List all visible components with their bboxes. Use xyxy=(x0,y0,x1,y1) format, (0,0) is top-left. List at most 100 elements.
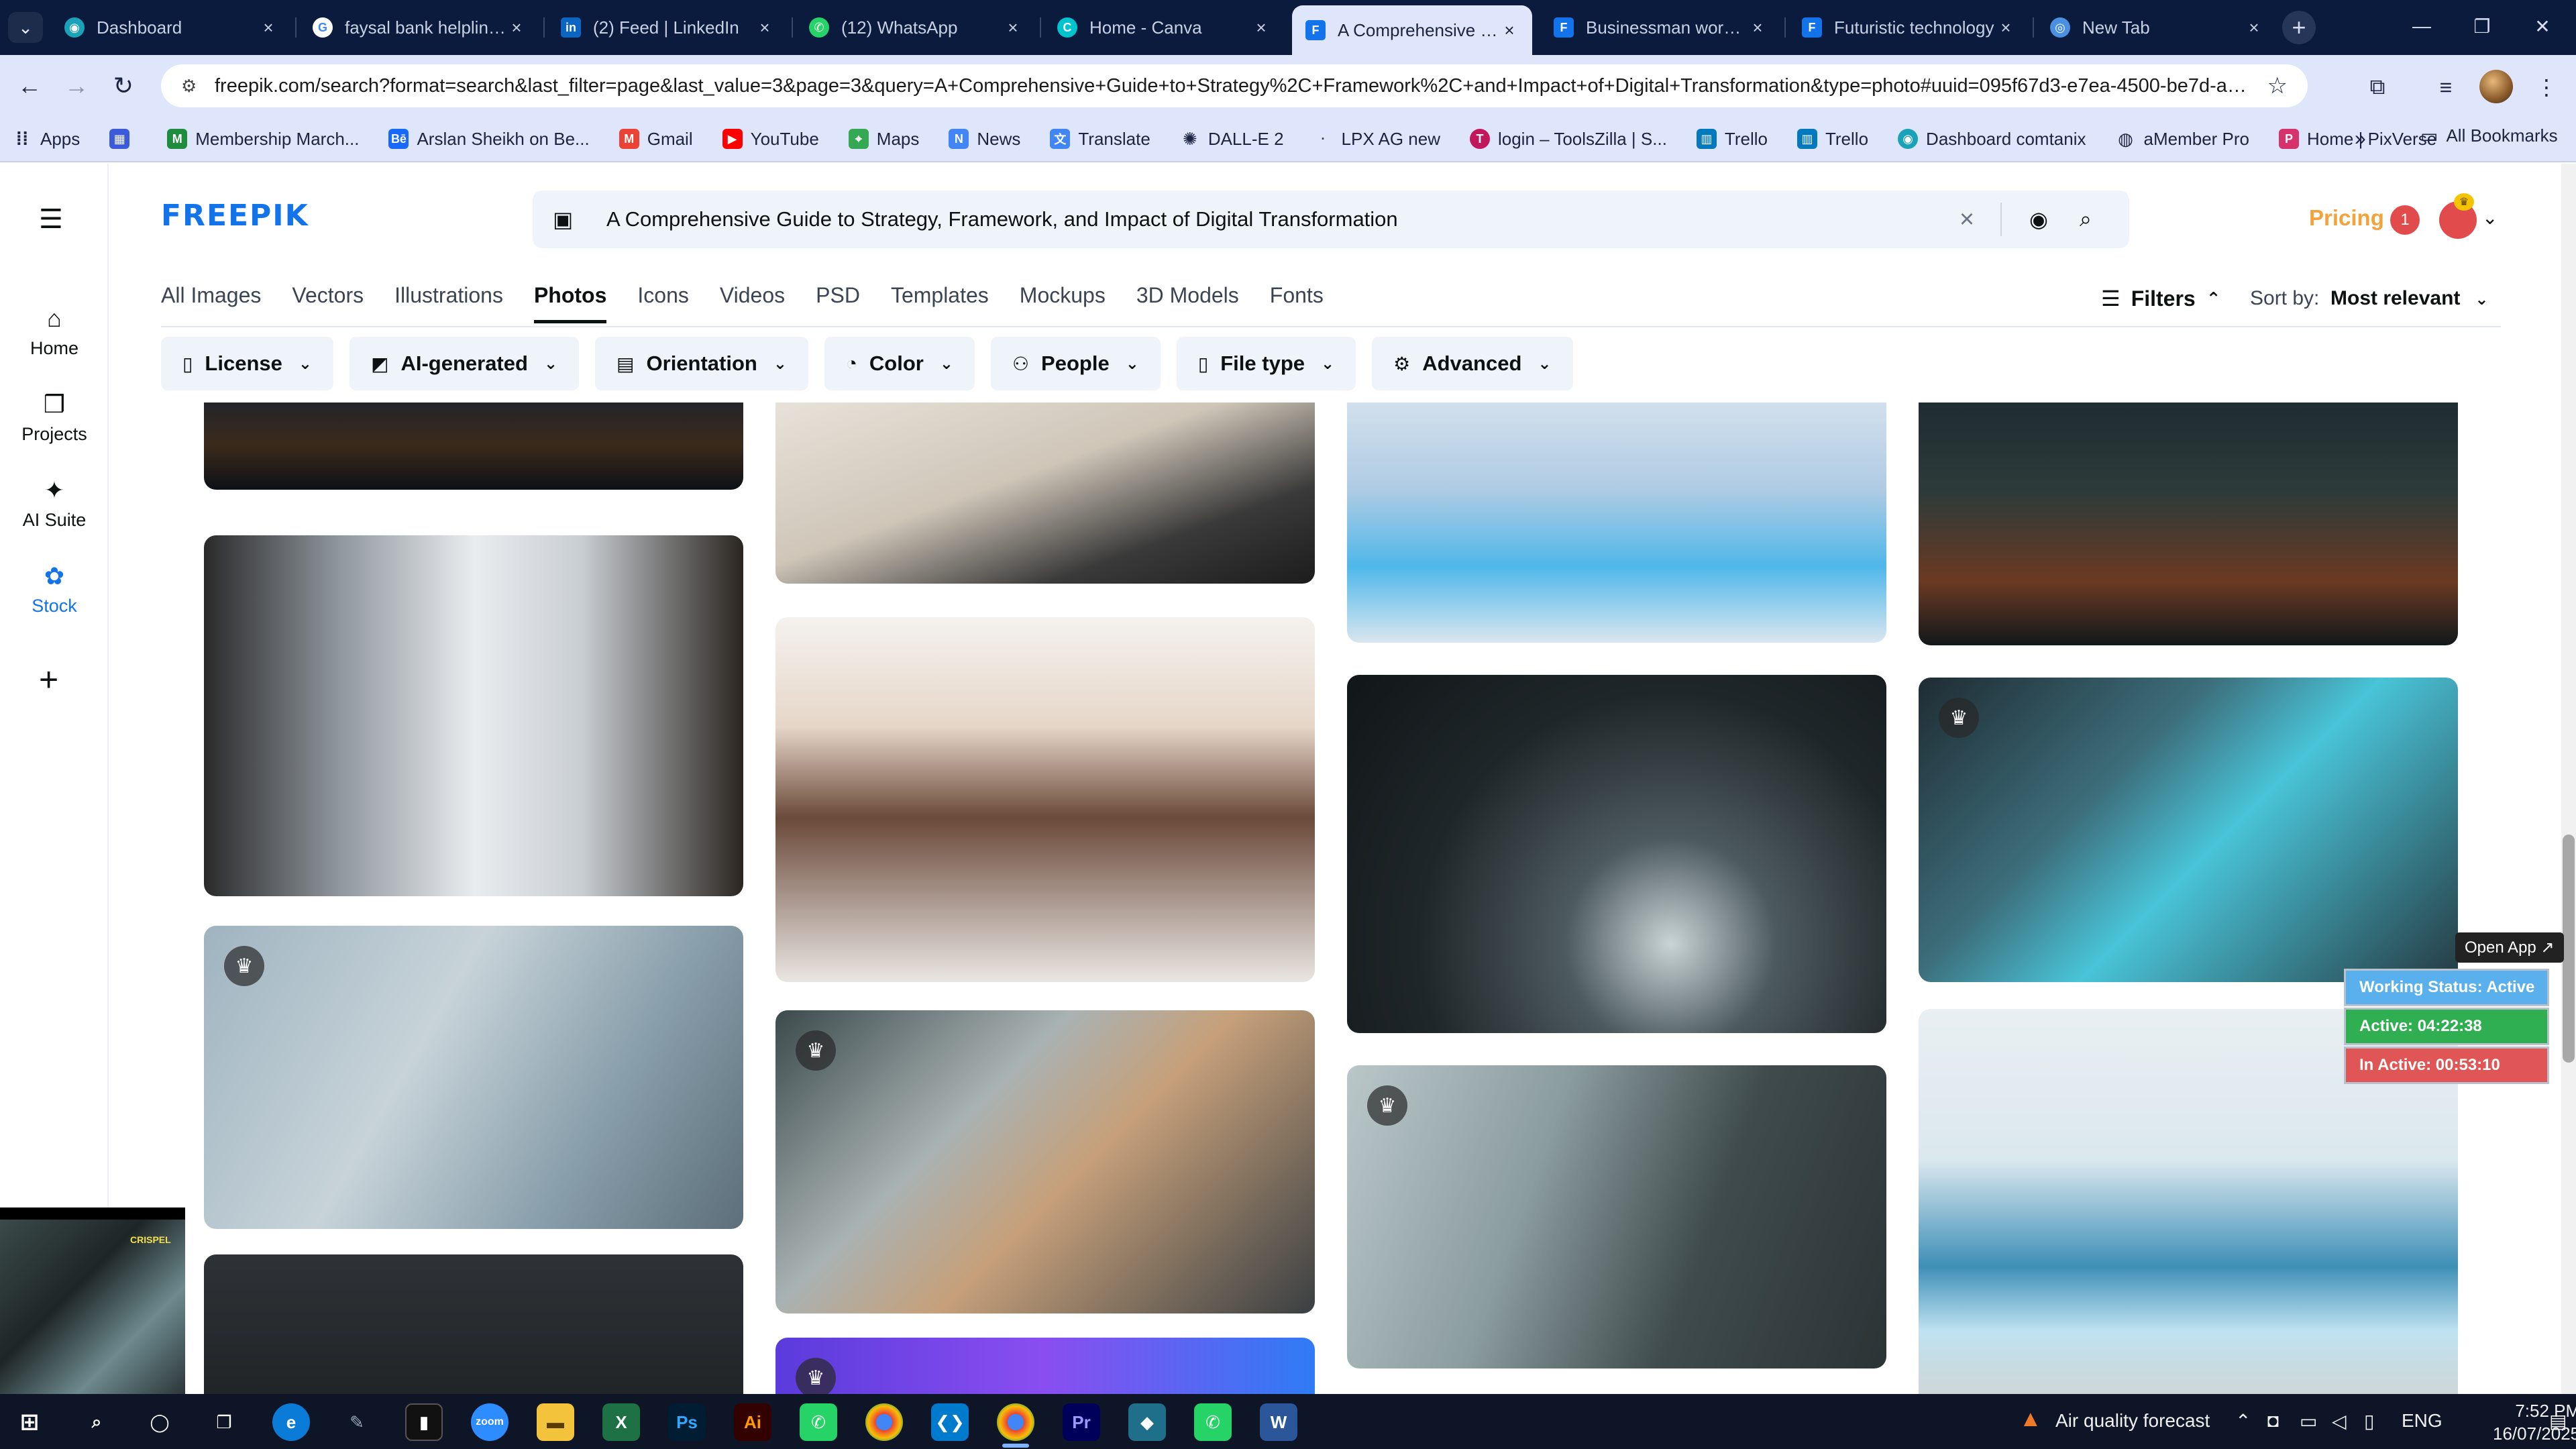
meet-icon[interactable]: ◘ xyxy=(2267,1410,2279,1432)
tab-new-tab[interactable]: ◎ New Tab × xyxy=(2037,8,2277,47)
close-icon[interactable]: × xyxy=(1748,17,1767,38)
close-window-icon[interactable]: ✕ xyxy=(2522,9,2563,43)
forward-arrow-icon[interactable]: → xyxy=(59,68,94,103)
freepik-logo[interactable]: FREEPIK xyxy=(161,199,309,233)
filter-people[interactable]: ⚇ People ⌄ xyxy=(990,337,1161,390)
result-image[interactable] xyxy=(204,1254,743,1394)
premiere-icon[interactable]: Pr xyxy=(1063,1403,1100,1441)
minimize-icon[interactable]: — xyxy=(2402,9,2442,43)
filter-advanced[interactable]: ⚙ Advanced ⌄ xyxy=(1372,337,1573,390)
filter-license[interactable]: ▯ License ⌄ xyxy=(161,337,333,390)
file-explorer-icon[interactable]: ▬ xyxy=(537,1403,574,1441)
app-icon[interactable]: ◆ xyxy=(1128,1403,1166,1441)
chevron-down-icon[interactable]: ⌄ xyxy=(2482,207,2498,229)
result-image[interactable] xyxy=(204,402,743,490)
tab-photos[interactable]: Photos xyxy=(533,283,607,323)
result-image[interactable]: ♛ xyxy=(1919,678,2458,982)
result-image[interactable]: ♛ xyxy=(775,1338,1315,1394)
url-text[interactable]: freepik.com/search?format=search&last_fi… xyxy=(208,75,2254,97)
tab-freepik-futuristic[interactable]: F Futuristic technology × xyxy=(1788,8,2029,47)
notification-badge[interactable]: 1 xyxy=(2390,205,2420,235)
terminal-icon[interactable]: ▮ xyxy=(405,1403,443,1441)
site-info-icon[interactable]: ⚙ xyxy=(181,76,208,97)
close-icon[interactable]: × xyxy=(259,17,278,38)
sort-dropdown[interactable]: Most relevant ⌄ xyxy=(2330,287,2489,310)
bookmark-youtube[interactable]: ▶ YouTube xyxy=(722,129,819,150)
bookmark-lpx[interactable]: · LPX AG new xyxy=(1313,129,1440,150)
image-type-icon[interactable]: ▣ xyxy=(553,207,593,232)
bookmark-membership[interactable]: M Membership March... xyxy=(167,129,359,150)
close-icon[interactable]: × xyxy=(755,17,774,38)
filter-orientation[interactable]: ▤ Orientation ⌄ xyxy=(595,337,808,390)
weather-widget[interactable]: Air quality forecast xyxy=(2055,1410,2210,1432)
tab-google-search[interactable]: G faysal bank helpline - × xyxy=(299,8,539,47)
close-icon[interactable]: × xyxy=(507,17,526,38)
bookmark-maps[interactable]: ⌖ Maps xyxy=(848,129,919,150)
zoom-icon[interactable]: zoom xyxy=(471,1403,508,1441)
volume-icon[interactable]: ◁ xyxy=(2332,1410,2347,1432)
bookmark-translate[interactable]: 文 Translate xyxy=(1050,129,1150,150)
bookmark-star-icon[interactable]: ☆ xyxy=(2254,72,2288,99)
result-image[interactable] xyxy=(775,617,1315,982)
close-icon[interactable]: × xyxy=(1252,17,1271,38)
battery-icon[interactable]: ▯ xyxy=(2364,1410,2374,1432)
windows-start-icon[interactable]: ⊞ xyxy=(11,1403,48,1441)
tab-freepik-active[interactable]: F A Comprehensive Gu × xyxy=(1292,5,1532,55)
tab-videos[interactable]: Videos xyxy=(720,283,785,323)
all-bookmarks-button[interactable]: ▭ All Bookmarks xyxy=(2420,125,2558,147)
result-image[interactable] xyxy=(1347,675,1886,1033)
bookmark-grid[interactable]: ▦ xyxy=(109,129,138,149)
close-icon[interactable]: × xyxy=(2245,17,2263,38)
chrome-icon[interactable] xyxy=(997,1403,1034,1441)
bookmark-trello[interactable]: ▥ Trello xyxy=(1696,129,1768,150)
bookmark-trello-2[interactable]: ▥ Trello xyxy=(1796,129,1868,150)
media-control-icon[interactable]: ≡ xyxy=(2428,70,2463,105)
filter-color[interactable]: ◔ Color ⌄ xyxy=(824,337,975,390)
language-indicator[interactable]: ENG xyxy=(2402,1410,2443,1432)
bookmark-toolszilla[interactable]: Tlogin – ToolsZilla | S... xyxy=(1469,129,1667,150)
tab-search-button[interactable]: ⌄ xyxy=(8,12,43,43)
tab-psd[interactable]: PSD xyxy=(816,283,860,323)
tab-templates[interactable]: Templates xyxy=(891,283,989,323)
hamburger-menu-icon[interactable]: ☰ xyxy=(39,204,63,235)
excel-icon[interactable]: X xyxy=(602,1403,640,1441)
new-tab-button[interactable]: + xyxy=(2282,11,2316,44)
result-image[interactable] xyxy=(204,535,743,896)
task-view-icon[interactable]: ❐ xyxy=(205,1403,243,1441)
chrome-icon[interactable] xyxy=(865,1403,903,1441)
profile-avatar[interactable] xyxy=(2479,70,2513,103)
tab-canva[interactable]: C Home - Canva × xyxy=(1044,8,1284,47)
whatsapp-icon[interactable]: ✆ xyxy=(1194,1403,1232,1441)
close-icon[interactable]: × xyxy=(1004,17,1022,38)
result-image[interactable] xyxy=(775,402,1315,584)
close-icon[interactable]: × xyxy=(1500,20,1519,41)
result-image[interactable] xyxy=(1919,402,2458,645)
bookmark-dashboard-comtanix[interactable]: ◉ Dashboard comtanix xyxy=(1898,129,2086,150)
chevron-up-icon[interactable]: ⌃ xyxy=(2235,1410,2251,1432)
pen-icon[interactable]: ✎ xyxy=(338,1403,376,1441)
edge-icon[interactable]: e xyxy=(272,1403,310,1441)
bookmark-dalle[interactable]: ✺ DALL-E 2 xyxy=(1180,129,1284,150)
filter-file-type[interactable]: ▯ File type ⌄ xyxy=(1176,337,1356,390)
more-menu-icon[interactable]: ⋮ xyxy=(2529,70,2564,105)
tab-whatsapp[interactable]: ✆ (12) WhatsApp × xyxy=(796,8,1036,47)
scrollbar-track[interactable] xyxy=(2561,164,2576,1394)
photoshop-icon[interactable]: Ps xyxy=(668,1403,706,1441)
result-image[interactable]: ♛ xyxy=(1347,1065,1886,1368)
bookmark-apps[interactable]: ⁞⁞ Apps xyxy=(12,128,80,150)
clear-search-icon[interactable]: × xyxy=(1947,205,1987,234)
tab-3d-models[interactable]: 3D Models xyxy=(1136,283,1239,323)
illustrator-icon[interactable]: Ai xyxy=(734,1403,771,1441)
search-icon[interactable]: ⌕ xyxy=(2062,207,2109,232)
pricing-link[interactable]: Pricing xyxy=(2309,205,2384,231)
tab-freepik-businessman[interactable]: F Businessman working × xyxy=(1540,8,1780,47)
tab-fonts[interactable]: Fonts xyxy=(1270,283,1324,323)
bookmark-amember[interactable]: ◍ aMember Pro xyxy=(2116,129,2249,150)
result-image[interactable]: ♛ xyxy=(775,1010,1315,1313)
tab-mockups[interactable]: Mockups xyxy=(1020,283,1106,323)
open-app-button[interactable]: Open App ↗ xyxy=(2455,932,2564,963)
restore-icon[interactable]: ❐ xyxy=(2462,9,2502,43)
search-bar[interactable]: ▣ A Comprehensive Guide to Strategy, Fra… xyxy=(533,191,2129,248)
back-arrow-icon[interactable]: ← xyxy=(12,68,47,103)
tab-linkedin[interactable]: in (2) Feed | LinkedIn × xyxy=(547,8,788,47)
